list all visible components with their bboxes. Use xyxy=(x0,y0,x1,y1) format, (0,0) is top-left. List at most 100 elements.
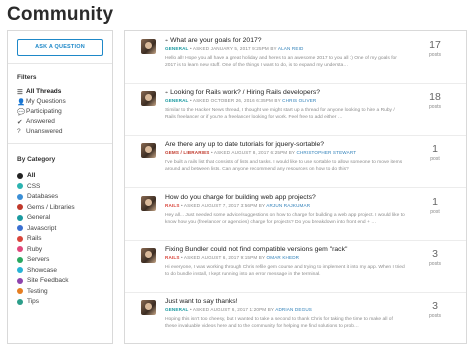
thread-meta-text: • ASKED AUGUST 8, 2017 6:25PM BY xyxy=(209,150,297,156)
thread-title[interactable]: ⌖ What are your goals for 2017? xyxy=(165,37,262,45)
category-item[interactable]: Site Feedback xyxy=(17,276,69,285)
thread-title[interactable]: Fixing Bundler could not find compatible… xyxy=(165,246,347,253)
avatar[interactable] xyxy=(141,39,156,54)
thread-meta: GEMS / LIBRARIES • ASKED AUGUST 8, 2017 … xyxy=(165,150,356,155)
category-label: General xyxy=(27,214,51,221)
category-item[interactable]: Tips xyxy=(17,297,39,306)
post-count-label: posts xyxy=(429,260,441,267)
category-dot-icon xyxy=(17,183,23,189)
check-icon: ✔ xyxy=(17,118,23,126)
thread-title-text: Are there any up to date tutorials for j… xyxy=(165,141,325,149)
category-label: All xyxy=(27,172,36,179)
thread-meta-text: • ASKED JANUARY 5, 2017 9:25PM BY xyxy=(188,46,278,51)
thread-meta: GENERAL • ASKED AUGUST 6, 2017 1:20PM BY… xyxy=(165,307,312,312)
thread-author[interactable]: ARJUN RAJKUMAR xyxy=(266,203,310,208)
thread-meta: RAILS • ASKED AUGUST 7, 2017 3:56PM BY A… xyxy=(165,203,310,208)
filter-participating[interactable]: 💬 Participating xyxy=(17,107,62,116)
category-item[interactable]: Testing xyxy=(17,287,48,296)
thread-meta: GENERAL • ASKED JANUARY 5, 2017 9:25PM B… xyxy=(165,46,303,51)
category-label: Testing xyxy=(27,287,48,295)
avatar[interactable] xyxy=(141,247,156,263)
filter-unanswered[interactable]: ? Unanswered xyxy=(17,127,63,136)
thread-row[interactable]: Fixing Bundler could not find compatible… xyxy=(125,240,466,293)
post-count-label: posts xyxy=(429,52,441,58)
category-dot-icon xyxy=(17,246,23,252)
ask-question-button[interactable]: ASK A QUESTION xyxy=(17,39,103,56)
thread-author[interactable]: ADRIAN DEGUS xyxy=(275,307,312,312)
filter-label: All Threads xyxy=(26,88,62,95)
pin-icon: ⌖ xyxy=(165,90,169,97)
sidebar: ASK A QUESTION Filters ☰ All Threads 👤 M… xyxy=(7,30,113,344)
post-count: 3 xyxy=(432,247,438,260)
avatar[interactable] xyxy=(141,91,156,107)
thread-category[interactable]: RAILS xyxy=(165,203,180,208)
post-count: 1 xyxy=(432,143,438,156)
thread-meta: RAILS • ASKED AUGUST 6, 2017 9:15PM BY O… xyxy=(165,255,299,260)
category-item[interactable]: Rails xyxy=(17,234,41,243)
thread-category[interactable]: GENERAL xyxy=(165,46,189,51)
category-dot-icon xyxy=(17,235,23,242)
post-count: 3 xyxy=(432,300,438,312)
category-heading: By Category xyxy=(17,156,56,163)
question-icon: ? xyxy=(17,128,21,135)
thread-author[interactable]: CHRIS OLIVER xyxy=(282,98,316,103)
pin-icon: ⌖ xyxy=(165,38,169,44)
category-item[interactable]: CSS xyxy=(17,182,40,191)
category-item[interactable]: Gems / Libraries xyxy=(17,203,75,212)
sidebar-divider xyxy=(8,143,112,144)
category-label: Javascript xyxy=(27,224,57,232)
avatar[interactable] xyxy=(141,195,156,211)
thread-snippet: Hi everyone, I was working through Chris… xyxy=(165,264,405,277)
thread-category[interactable]: GEMS / LIBRARIES xyxy=(165,150,210,155)
category-item[interactable]: Showcase xyxy=(17,266,57,275)
category-dot-icon xyxy=(17,204,23,210)
thread-title[interactable]: ⌖ Looking for Rails work? / Hiring Rails … xyxy=(165,89,320,97)
thread-author[interactable]: OMAR KHEDR xyxy=(267,255,300,260)
thread-meta-text: • ASKED AUGUST 6, 2017 9:15PM BY xyxy=(179,254,267,260)
post-count-label: posts xyxy=(429,104,441,111)
avatar[interactable] xyxy=(141,300,156,315)
thread-author[interactable]: ALAN REID xyxy=(278,46,304,51)
category-item[interactable]: General xyxy=(17,213,50,222)
category-label: Servers xyxy=(27,256,50,263)
thread-author[interactable]: CHRISTOPHER STEWART xyxy=(297,150,357,155)
category-item[interactable]: Javascript xyxy=(17,224,56,233)
thread-row[interactable]: ⌖ What are your goals for 2017? GENERAL • … xyxy=(125,31,466,84)
thread-title[interactable]: Are there any up to date tutorials for j… xyxy=(165,141,324,148)
thread-snippet: Hey all... Just needed some advice/sugge… xyxy=(165,212,405,225)
category-dot-icon xyxy=(17,256,23,263)
thread-category[interactable]: GENERAL xyxy=(165,98,189,103)
avatar[interactable] xyxy=(141,143,156,159)
category-label: Tips xyxy=(27,298,40,305)
filter-my-questions[interactable]: 👤 My Questions xyxy=(17,97,66,106)
post-count-label: post xyxy=(430,156,440,163)
thread-title-text: How do you charge for building web app p… xyxy=(165,193,316,201)
thread-row[interactable]: How do you charge for building web app p… xyxy=(125,188,466,241)
thread-row[interactable]: ⌖ Looking for Rails work? / Hiring Rails … xyxy=(125,83,466,137)
thread-row[interactable]: Are there any up to date tutorials for j… xyxy=(125,135,466,189)
category-label: Site Feedback xyxy=(27,277,69,284)
thread-row[interactable]: Just want to say thanks! GENERAL • ASKED … xyxy=(125,292,466,345)
category-item[interactable]: Databases xyxy=(17,192,58,201)
category-dot-icon xyxy=(17,172,23,179)
thread-meta-text: • ASKED AUGUST 6, 2017 1:20PM BY xyxy=(188,307,276,312)
thread-category[interactable]: GENERAL xyxy=(165,307,189,312)
thread-snippet: Similar to the Hacker News thread, I tho… xyxy=(165,108,395,121)
thread-title[interactable]: Just want to say thanks! xyxy=(165,298,238,305)
filter-all-threads[interactable]: ☰ All Threads xyxy=(17,87,61,96)
thread-category[interactable]: RAILS xyxy=(165,255,180,260)
filter-answered[interactable]: ✔ Answered xyxy=(17,117,55,126)
thread-title-text: Just want to say thanks! xyxy=(165,298,238,305)
category-item[interactable]: All xyxy=(17,171,35,180)
filter-label: Unanswered xyxy=(26,128,63,135)
thread-title[interactable]: How do you charge for building web app p… xyxy=(165,194,316,201)
filter-label: Participating xyxy=(26,108,62,115)
category-item[interactable]: Ruby xyxy=(17,245,42,254)
user-icon: 👤 xyxy=(17,98,26,106)
thread-snippet: I've built a rails list that consists of… xyxy=(165,160,403,173)
thread-title-text: Looking for Rails work? / Hiring Rails d… xyxy=(170,89,321,97)
page-title: Community xyxy=(7,4,114,25)
category-label: Rails xyxy=(27,235,42,242)
category-dot-icon xyxy=(17,298,23,305)
category-item[interactable]: Servers xyxy=(17,255,49,264)
